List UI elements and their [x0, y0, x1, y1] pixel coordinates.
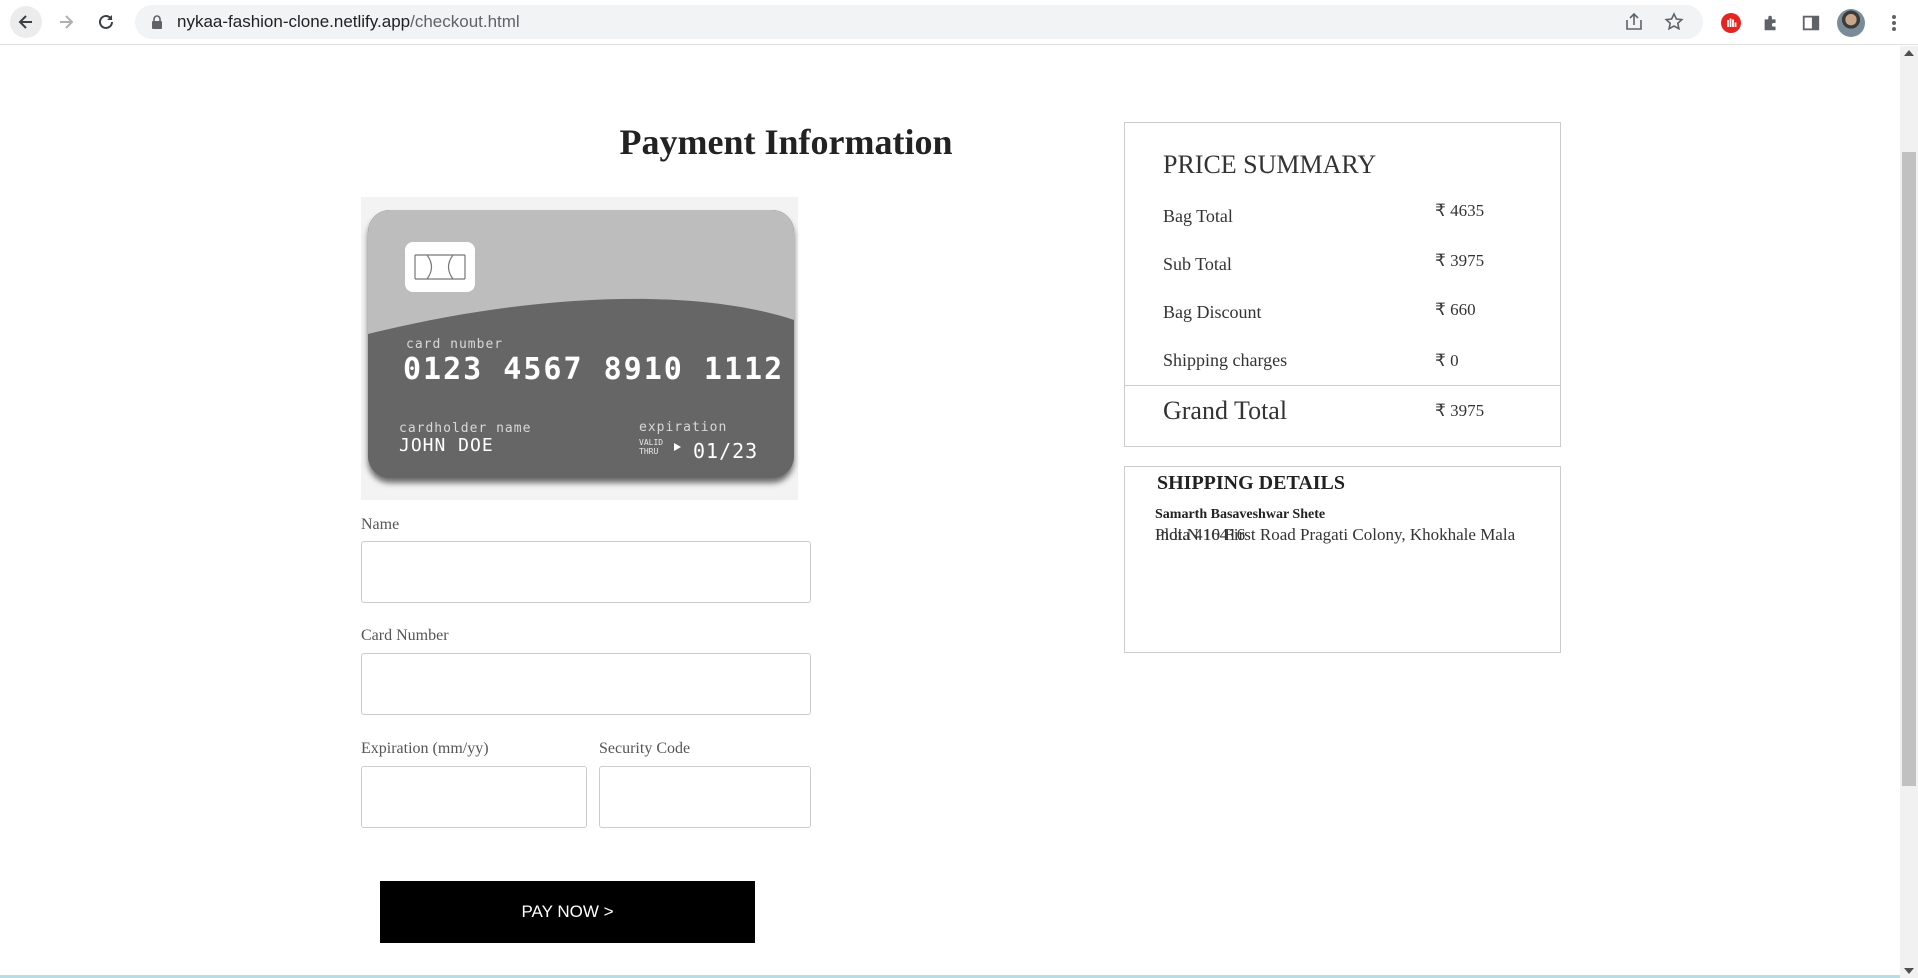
grand-total-value: ₹ 3975 — [1435, 401, 1485, 420]
cardholder-name: JOHN DOE — [399, 435, 494, 456]
url-domain: nykaa-fashion-clone.netlify.app — [177, 12, 411, 31]
valid-thru-label: VALID THRU — [639, 438, 664, 456]
summary-divider — [1125, 385, 1560, 386]
forward-button[interactable] — [50, 6, 82, 38]
credit-card: card number 0123 4567 8910 1112 cardhold… — [368, 210, 794, 478]
side-panel-icon[interactable] — [1797, 9, 1825, 37]
payment-title: Payment Information — [619, 122, 953, 162]
shipping-title: SHIPPING DETAILS — [1157, 472, 1346, 494]
cardholder-label: cardholder name — [399, 421, 532, 436]
card-number-label: card number — [406, 337, 504, 352]
browser-menu-icon[interactable] — [1880, 9, 1908, 37]
browser-toolbar: nykaa-fashion-clone.netlify.app/checkout… — [0, 0, 1918, 45]
expiration-field-label: Expiration (mm/yy) — [361, 740, 489, 757]
shipping-name: Samarth Basaveshwar Shete — [1155, 507, 1326, 522]
price-summary-title: PRICE SUMMARY — [1163, 150, 1377, 179]
shipping-details-panel: SHIPPING DETAILS Samarth Basaveshwar She… — [1124, 466, 1561, 653]
bag-total-label: Bag Total — [1163, 206, 1233, 226]
arrow-right-icon — [60, 15, 74, 29]
card-expiration: 01/23 — [693, 439, 759, 463]
profile-avatar[interactable] — [1837, 9, 1865, 37]
name-input[interactable] — [361, 541, 811, 603]
bag-discount-label: Bag Discount — [1163, 302, 1262, 322]
sub-total-value: ₹ 3975 — [1435, 251, 1485, 270]
shipping-charges-label: Shipping charges — [1163, 350, 1288, 370]
share-icon[interactable] — [1623, 11, 1645, 33]
address-bar[interactable]: nykaa-fashion-clone.netlify.app/checkout… — [135, 5, 1703, 39]
card-number: 0123 4567 8910 1112 — [403, 352, 785, 387]
security-code-label: Security Code — [599, 740, 691, 757]
url-path: /checkout.html — [410, 12, 520, 31]
shipping-charges-value: ₹ 0 — [1435, 351, 1459, 370]
card-number-input[interactable] — [361, 653, 811, 715]
credit-card-preview: card number 0123 4567 8910 1112 cardhold… — [361, 197, 798, 500]
extensions-puzzle-icon[interactable] — [1757, 9, 1785, 37]
bag-total-value: ₹ 4635 — [1435, 201, 1485, 220]
lock-icon — [152, 15, 162, 29]
bookmark-star-icon[interactable] — [1663, 11, 1685, 33]
card-number-field-label: Card Number — [361, 627, 449, 644]
scroll-thumb[interactable] — [1902, 152, 1916, 786]
pay-now-button[interactable]: PAY NOW > — [380, 881, 755, 943]
reload-icon — [99, 14, 113, 29]
shipping-address-country: India 416416 — [1155, 525, 1246, 544]
page-scrollbar[interactable] — [1900, 46, 1918, 978]
adblock-extension-icon[interactable] — [1717, 9, 1745, 37]
expiration-input[interactable] — [361, 766, 587, 828]
scroll-down-icon[interactable] — [1904, 968, 1914, 974]
bag-discount-value: ₹ 660 — [1435, 300, 1476, 319]
name-label: Name — [361, 516, 400, 533]
reload-button[interactable] — [90, 6, 122, 38]
card-chip-icon — [405, 242, 475, 292]
valid-thru-arrow-icon — [674, 443, 681, 451]
grand-total-label: Grand Total — [1163, 396, 1288, 425]
back-button[interactable] — [10, 6, 42, 38]
url-text: nykaa-fashion-clone.netlify.app/checkout… — [177, 12, 520, 32]
scroll-up-icon[interactable] — [1904, 50, 1914, 56]
sub-total-label: Sub Total — [1163, 254, 1232, 274]
security-code-input[interactable] — [599, 766, 811, 828]
expiration-label: expiration — [639, 420, 728, 435]
price-summary-panel: PRICE SUMMARY Bag Total ₹ 4635 Sub Total… — [1124, 122, 1561, 447]
arrow-left-icon — [18, 15, 32, 29]
